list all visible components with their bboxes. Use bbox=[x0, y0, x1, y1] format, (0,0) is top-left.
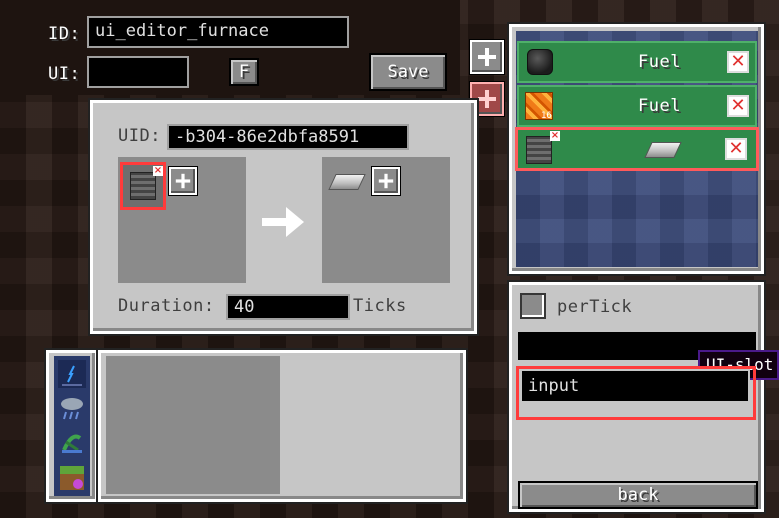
furnace-block-icon bbox=[130, 172, 156, 200]
grass-block-icon bbox=[60, 466, 84, 490]
lightning-icon bbox=[62, 365, 82, 386]
close-icon: ✕ bbox=[730, 51, 746, 72]
tab-redstone[interactable] bbox=[58, 360, 86, 388]
remove-small-icon[interactable]: × bbox=[153, 166, 163, 176]
plant-icon bbox=[62, 434, 82, 453]
slot-type-input[interactable]: input bbox=[520, 369, 750, 403]
remove-item-button[interactable]: ✕ bbox=[725, 138, 747, 160]
close-icon: ✕ bbox=[728, 138, 744, 159]
furnace-block-icon bbox=[526, 136, 552, 164]
add-output-button[interactable] bbox=[372, 167, 400, 195]
plus-icon bbox=[378, 173, 394, 189]
plus-icon bbox=[478, 48, 496, 66]
list-item-selected[interactable]: × ✕ bbox=[515, 127, 759, 171]
tab-weather[interactable] bbox=[58, 394, 86, 422]
list-item-label: Fuel bbox=[638, 52, 681, 72]
add-button[interactable] bbox=[470, 40, 504, 74]
remove-item-button[interactable]: ✕ bbox=[727, 95, 749, 117]
per-tick-checkbox[interactable] bbox=[520, 293, 546, 319]
list-item-label: Fuel bbox=[638, 96, 681, 116]
list-item[interactable]: Fuel ✕ bbox=[517, 41, 757, 83]
id-label: ID: bbox=[48, 24, 81, 44]
input-item-slot[interactable]: × bbox=[120, 162, 166, 210]
plus-icon bbox=[175, 173, 191, 189]
uid-input[interactable]: -b304-86e2dbfa8591 bbox=[167, 124, 409, 150]
duration-label: Duration: bbox=[118, 296, 215, 316]
add-input-button[interactable] bbox=[169, 167, 197, 195]
tab-blocks[interactable] bbox=[58, 464, 86, 492]
per-tick-label: perTick bbox=[557, 297, 633, 317]
item-count: 16 bbox=[541, 111, 552, 121]
iron-ingot-icon bbox=[644, 142, 682, 158]
f-button[interactable]: F bbox=[229, 58, 259, 86]
inventory-grid[interactable] bbox=[106, 356, 280, 494]
iron-ingot-icon bbox=[328, 174, 366, 190]
tab-plants[interactable] bbox=[58, 428, 86, 456]
remove-item-button[interactable]: ✕ bbox=[727, 51, 749, 73]
list-item[interactable]: 16 Fuel ✕ bbox=[517, 85, 757, 127]
ui-label: UI: bbox=[48, 64, 81, 84]
coal-icon bbox=[527, 49, 553, 75]
remove-small-icon[interactable]: × bbox=[550, 131, 560, 141]
close-icon: ✕ bbox=[730, 95, 746, 116]
arrow-right-icon bbox=[262, 207, 304, 237]
id-input[interactable]: ui_editor_furnace bbox=[87, 16, 349, 48]
duration-input[interactable]: 40 bbox=[226, 294, 350, 320]
output-item-slot[interactable] bbox=[326, 165, 366, 199]
ui-input[interactable] bbox=[87, 56, 189, 88]
uid-label: UID: bbox=[118, 126, 161, 146]
duration-unit: Ticks bbox=[353, 296, 407, 316]
rain-cloud-icon bbox=[61, 398, 83, 420]
back-button[interactable]: back bbox=[518, 481, 758, 509]
save-button[interactable]: Save bbox=[369, 53, 447, 91]
plus-red-icon bbox=[478, 90, 496, 108]
